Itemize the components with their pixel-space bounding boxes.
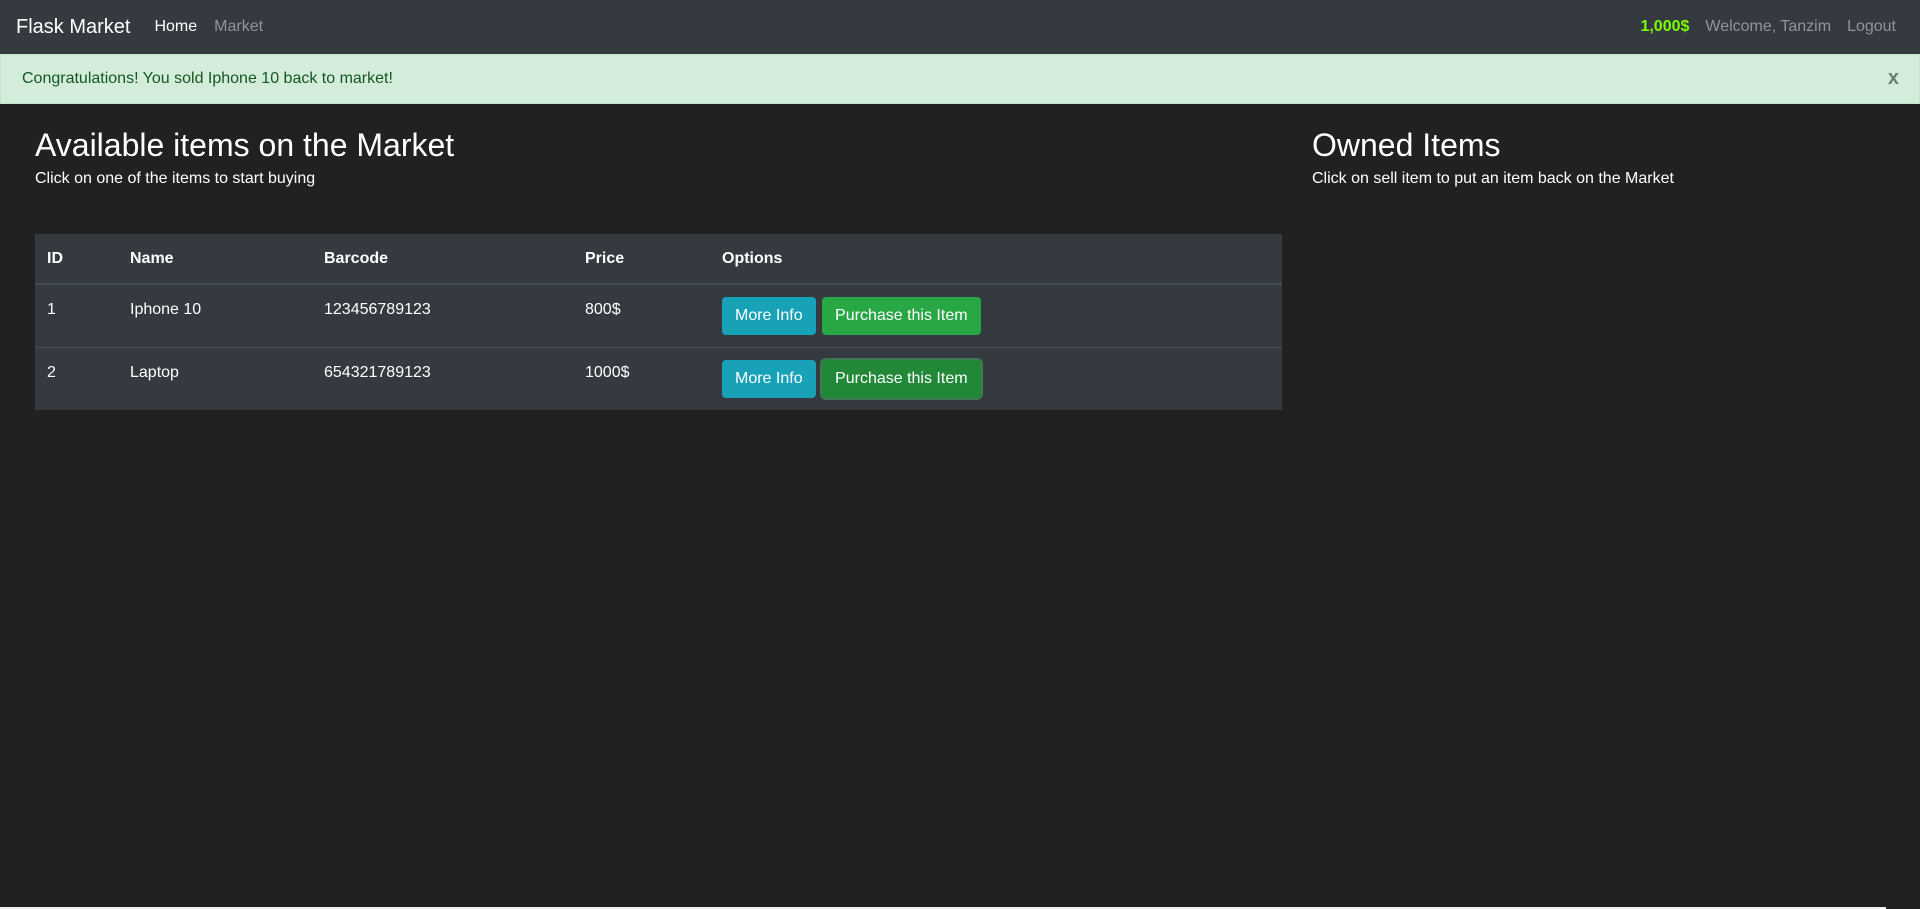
user-budget: 1,000$ xyxy=(1640,18,1690,35)
market-table: ID Name Barcode Price Options 1 Iphone 1… xyxy=(35,234,1282,410)
owned-items-section: Owned Items Click on sell item to put an… xyxy=(1312,124,1892,188)
market-title: Available items on the Market xyxy=(35,127,455,163)
welcome-text: Welcome, Tanzim xyxy=(1705,18,1832,35)
nav-market-link[interactable]: Market xyxy=(214,18,263,36)
item-options: More Info Purchase this Item xyxy=(710,283,1282,347)
more-info-button[interactable]: More Info xyxy=(722,296,816,335)
item-id: 1 xyxy=(35,283,118,347)
navbar-user-area: 1,000$ Welcome, Tanzim Logout xyxy=(1640,18,1896,36)
purchase-item-button[interactable]: Purchase this Item xyxy=(822,359,981,398)
brand-logo[interactable]: Flask Market xyxy=(16,16,130,39)
item-price: 1000$ xyxy=(573,346,710,410)
owned-title: Owned Items xyxy=(1312,127,1501,163)
success-alert: Congratulations! You sold Iphone 10 back… xyxy=(0,54,1920,104)
nav-home-link[interactable]: Home xyxy=(154,18,197,36)
item-name: Iphone 10 xyxy=(118,283,312,347)
close-icon[interactable]: x xyxy=(1888,68,1899,88)
column-header-barcode: Barcode xyxy=(312,234,573,285)
item-name: Laptop xyxy=(118,346,312,410)
alert-message: Congratulations! You sold Iphone 10 back… xyxy=(22,70,393,87)
column-header-price: Price xyxy=(573,234,710,285)
table-header-row: ID Name Barcode Price Options xyxy=(35,234,1282,285)
market-subtitle: Click on one of the items to start buyin… xyxy=(35,170,316,187)
table-row: 1 Iphone 10 123456789123 800$ More Info … xyxy=(35,283,1282,347)
owned-subtitle: Click on sell item to put an item back o… xyxy=(1312,170,1674,187)
item-barcode: 654321789123 xyxy=(312,346,573,410)
column-header-name: Name xyxy=(118,234,312,285)
item-options: More Info Purchase this Item xyxy=(710,346,1282,410)
column-header-id: ID xyxy=(35,234,118,285)
table-row: 2 Laptop 654321789123 1000$ More Info Pu… xyxy=(35,346,1282,410)
market-header: Available items on the Market Click on o… xyxy=(35,124,1282,188)
column-header-options: Options xyxy=(710,234,1282,285)
item-id: 2 xyxy=(35,346,118,410)
item-barcode: 123456789123 xyxy=(312,283,573,347)
more-info-button[interactable]: More Info xyxy=(722,359,816,398)
item-price: 800$ xyxy=(573,283,710,347)
purchase-item-button[interactable]: Purchase this Item xyxy=(822,296,981,335)
navbar: Flask Market Home Market 1,000$ Welcome,… xyxy=(0,0,1920,54)
logout-link[interactable]: Logout xyxy=(1847,18,1896,36)
